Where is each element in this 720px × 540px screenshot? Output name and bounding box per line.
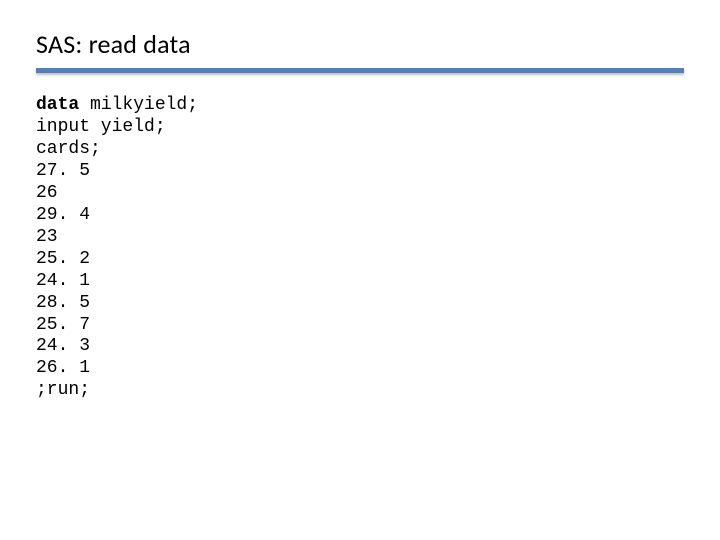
code-value-8: 24. 3 — [36, 336, 90, 356]
code-value-1: 26 — [36, 183, 58, 203]
code-value-0: 27. 5 — [36, 161, 90, 181]
code-value-9: 26. 1 — [36, 358, 90, 378]
code-value-6: 28. 5 — [36, 293, 90, 313]
code-value-7: 25. 7 — [36, 315, 90, 335]
code-value-4: 25. 2 — [36, 249, 90, 269]
code-value-3: 23 — [36, 227, 58, 247]
title-underline — [36, 68, 684, 73]
code-line-1-rest: milkyield; — [79, 95, 198, 115]
code-value-2: 29. 4 — [36, 205, 90, 225]
code-block: data milkyield; input yield; cards; 27. … — [36, 95, 684, 402]
code-line-2: input yield; — [36, 117, 166, 137]
code-line-end: ;run; — [36, 380, 90, 400]
code-value-5: 24. 1 — [36, 271, 90, 291]
slide: SAS: read data data milkyield; input yie… — [0, 0, 720, 540]
keyword-data: data — [36, 95, 79, 115]
slide-title: SAS: read data — [36, 28, 684, 60]
code-line-3: cards; — [36, 139, 101, 159]
